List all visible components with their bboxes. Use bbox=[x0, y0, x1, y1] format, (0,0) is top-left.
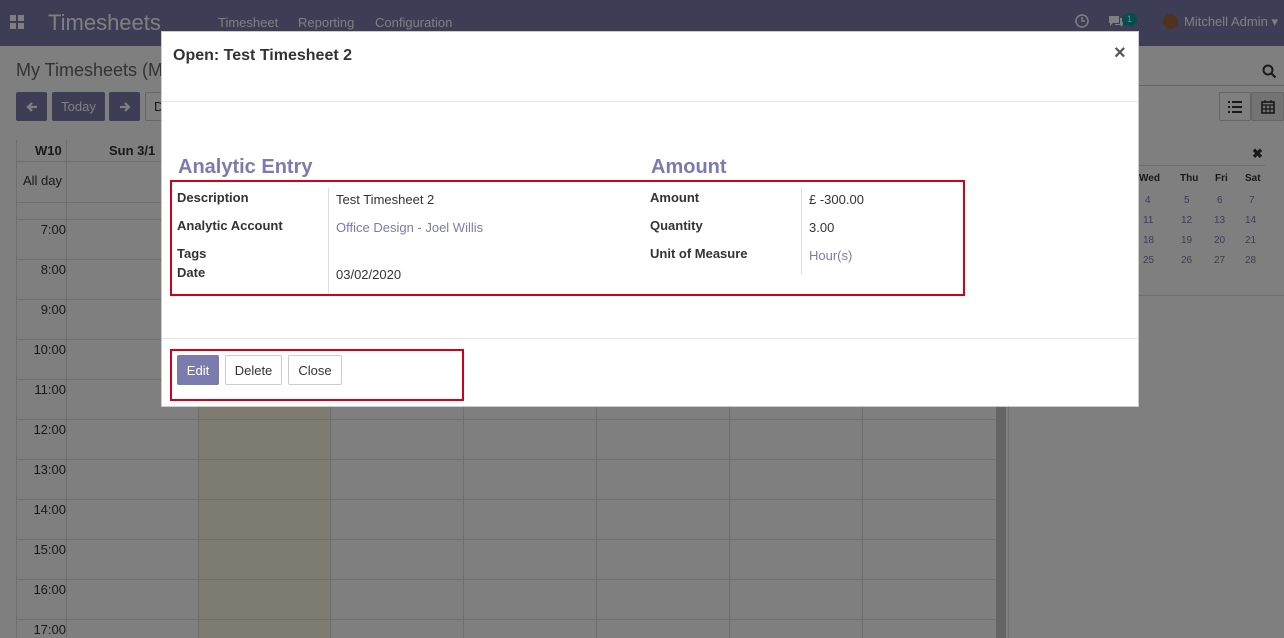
amount-group-title: Amount bbox=[651, 156, 727, 178]
fields-highlight-box bbox=[170, 180, 965, 296]
dialog-title: Open: Test Timesheet 2 bbox=[173, 47, 353, 64]
timesheet-dialog: Open: Test Timesheet 2 × Analytic Entry … bbox=[161, 31, 1139, 407]
analytic-entry-group-title: Analytic Entry bbox=[178, 156, 313, 178]
buttons-highlight-box bbox=[170, 349, 464, 401]
dialog-header: Open: Test Timesheet 2 × bbox=[162, 32, 1138, 102]
close-icon[interactable]: × bbox=[1114, 42, 1126, 65]
